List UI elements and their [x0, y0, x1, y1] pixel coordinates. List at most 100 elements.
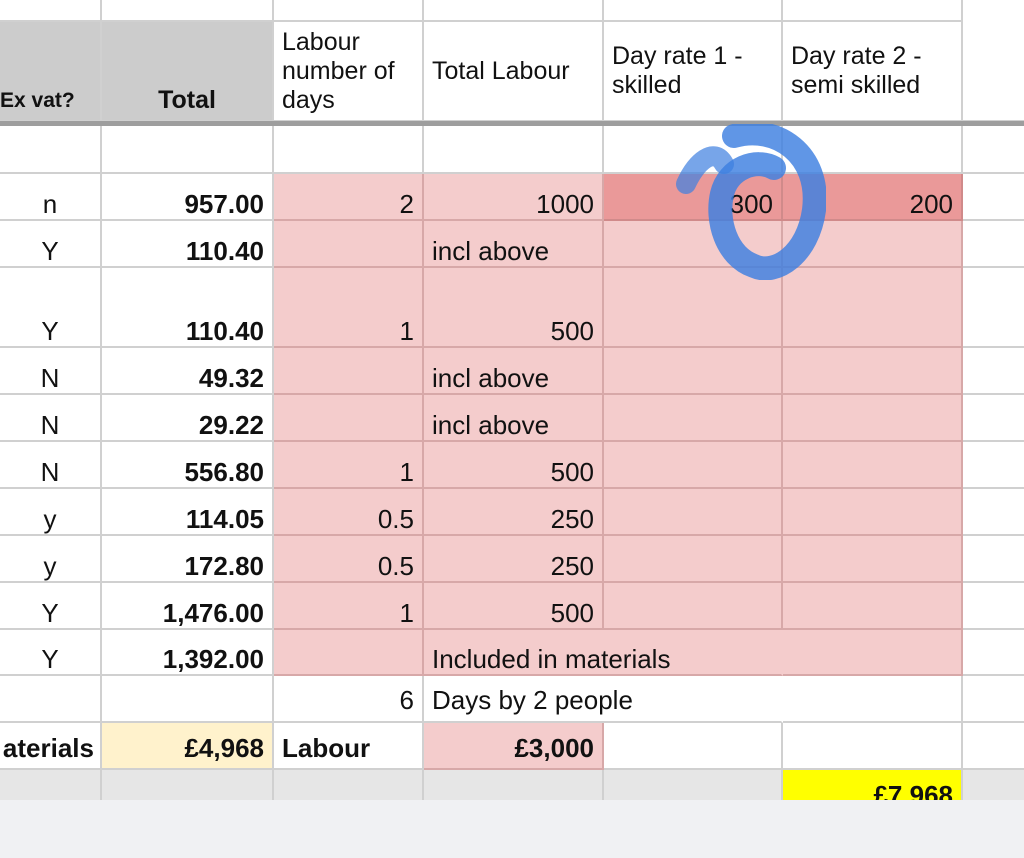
cell[interactable]: [963, 174, 1024, 221]
cell[interactable]: [783, 723, 963, 770]
cell-total[interactable]: 29.22: [102, 395, 274, 442]
cell[interactable]: [963, 630, 1024, 676]
cell-days[interactable]: 1: [274, 583, 424, 630]
header-total[interactable]: Total: [102, 22, 274, 122]
cell-labour[interactable]: 1000: [424, 174, 604, 221]
cell-total[interactable]: 172.80: [102, 536, 274, 583]
cell-rate2[interactable]: [783, 536, 963, 583]
cell[interactable]: [963, 221, 1024, 268]
cell-labour[interactable]: 500: [424, 583, 604, 630]
cell-rate1[interactable]: [604, 442, 783, 489]
cell-rate2[interactable]: [783, 630, 963, 676]
header-day-rate-1[interactable]: Day rate 1 - skilled: [604, 22, 783, 122]
cell[interactable]: [604, 723, 783, 770]
cell-labour[interactable]: incl above: [424, 221, 604, 268]
cell-days[interactable]: 1: [274, 268, 424, 348]
cell-rate2[interactable]: [783, 442, 963, 489]
cell[interactable]: [783, 676, 963, 723]
days-note-cell[interactable]: Days by 2 people: [424, 676, 783, 723]
cell-rate1[interactable]: [604, 583, 783, 630]
cell[interactable]: [604, 0, 783, 22]
cell[interactable]: [102, 676, 274, 723]
cell-total[interactable]: 1,392.00: [102, 630, 274, 676]
cell-days[interactable]: 0.5: [274, 489, 424, 536]
cell[interactable]: [963, 126, 1024, 174]
cell-vat[interactable]: Y: [0, 583, 102, 630]
cell-days[interactable]: [274, 348, 424, 395]
cell[interactable]: [783, 0, 963, 22]
cell-rate1[interactable]: [604, 489, 783, 536]
cell[interactable]: [963, 442, 1024, 489]
cell[interactable]: [102, 770, 274, 800]
cell-vat[interactable]: y: [0, 489, 102, 536]
header-day-rate-2[interactable]: Day rate 2 - semi skilled: [783, 22, 963, 122]
cell[interactable]: [102, 0, 274, 22]
cell-days[interactable]: [274, 395, 424, 442]
cell-rate1[interactable]: [604, 395, 783, 442]
cell-days[interactable]: 2: [274, 174, 424, 221]
cell-rate2[interactable]: [783, 395, 963, 442]
cell-labour[interactable]: 500: [424, 442, 604, 489]
cell-vat[interactable]: n: [0, 174, 102, 221]
cell-rate2[interactable]: [783, 489, 963, 536]
cell-days[interactable]: 0.5: [274, 536, 424, 583]
cell[interactable]: [963, 676, 1024, 723]
cell[interactable]: [102, 126, 274, 174]
cell[interactable]: [963, 489, 1024, 536]
cell-total[interactable]: 114.05: [102, 489, 274, 536]
cell-labour[interactable]: 250: [424, 536, 604, 583]
header-ex-vat[interactable]: Ex vat?: [0, 22, 102, 122]
cell-total[interactable]: 110.40: [102, 268, 274, 348]
header-total-labour[interactable]: Total Labour: [424, 22, 604, 122]
header-labour-days[interactable]: Labour number of days: [274, 22, 424, 122]
cell-rate2[interactable]: [783, 348, 963, 395]
cell-days[interactable]: [274, 221, 424, 268]
cell-vat[interactable]: Y: [0, 221, 102, 268]
materials-label-cell[interactable]: aterials: [0, 723, 102, 770]
cell[interactable]: [0, 676, 102, 723]
cell[interactable]: [963, 268, 1024, 348]
cell[interactable]: [274, 0, 424, 22]
cell[interactable]: [274, 770, 424, 800]
cell-total[interactable]: 556.80: [102, 442, 274, 489]
cell-vat[interactable]: N: [0, 395, 102, 442]
cell[interactable]: [604, 770, 783, 800]
cell[interactable]: [0, 0, 102, 22]
cell-rate2[interactable]: [783, 268, 963, 348]
cell-rate1[interactable]: [604, 268, 783, 348]
cell-total[interactable]: 957.00: [102, 174, 274, 221]
cell[interactable]: [424, 0, 604, 22]
cell-vat[interactable]: Y: [0, 630, 102, 676]
cell[interactable]: [274, 126, 424, 174]
cell[interactable]: [0, 770, 102, 800]
cell[interactable]: [963, 583, 1024, 630]
cell-vat[interactable]: N: [0, 348, 102, 395]
cell-days[interactable]: [274, 630, 424, 676]
cell-labour[interactable]: Included in materials: [424, 630, 783, 676]
cell-days[interactable]: 1: [274, 442, 424, 489]
cell[interactable]: [963, 22, 1024, 122]
cell-rate2[interactable]: [783, 583, 963, 630]
days-total-cell[interactable]: 6: [274, 676, 424, 723]
cell-total[interactable]: 49.32: [102, 348, 274, 395]
cell-vat[interactable]: Y: [0, 268, 102, 348]
cell[interactable]: [963, 348, 1024, 395]
cell-vat[interactable]: y: [0, 536, 102, 583]
labour-total-cell[interactable]: £3,000: [424, 723, 604, 770]
cell-total[interactable]: 110.40: [102, 221, 274, 268]
cell[interactable]: [424, 770, 604, 800]
cell[interactable]: [963, 770, 1024, 800]
cell-vat[interactable]: N: [0, 442, 102, 489]
cell-rate1[interactable]: [604, 536, 783, 583]
cell[interactable]: [963, 536, 1024, 583]
materials-total-cell[interactable]: £4,968: [102, 723, 274, 770]
cell[interactable]: [963, 723, 1024, 770]
cell[interactable]: [424, 126, 604, 174]
cell-labour[interactable]: incl above: [424, 348, 604, 395]
cell[interactable]: [963, 395, 1024, 442]
cell-labour[interactable]: 250: [424, 489, 604, 536]
grand-total-cell[interactable]: £7,968: [783, 770, 963, 800]
cell-total[interactable]: 1,476.00: [102, 583, 274, 630]
cell-labour[interactable]: incl above: [424, 395, 604, 442]
cell-labour[interactable]: 500: [424, 268, 604, 348]
